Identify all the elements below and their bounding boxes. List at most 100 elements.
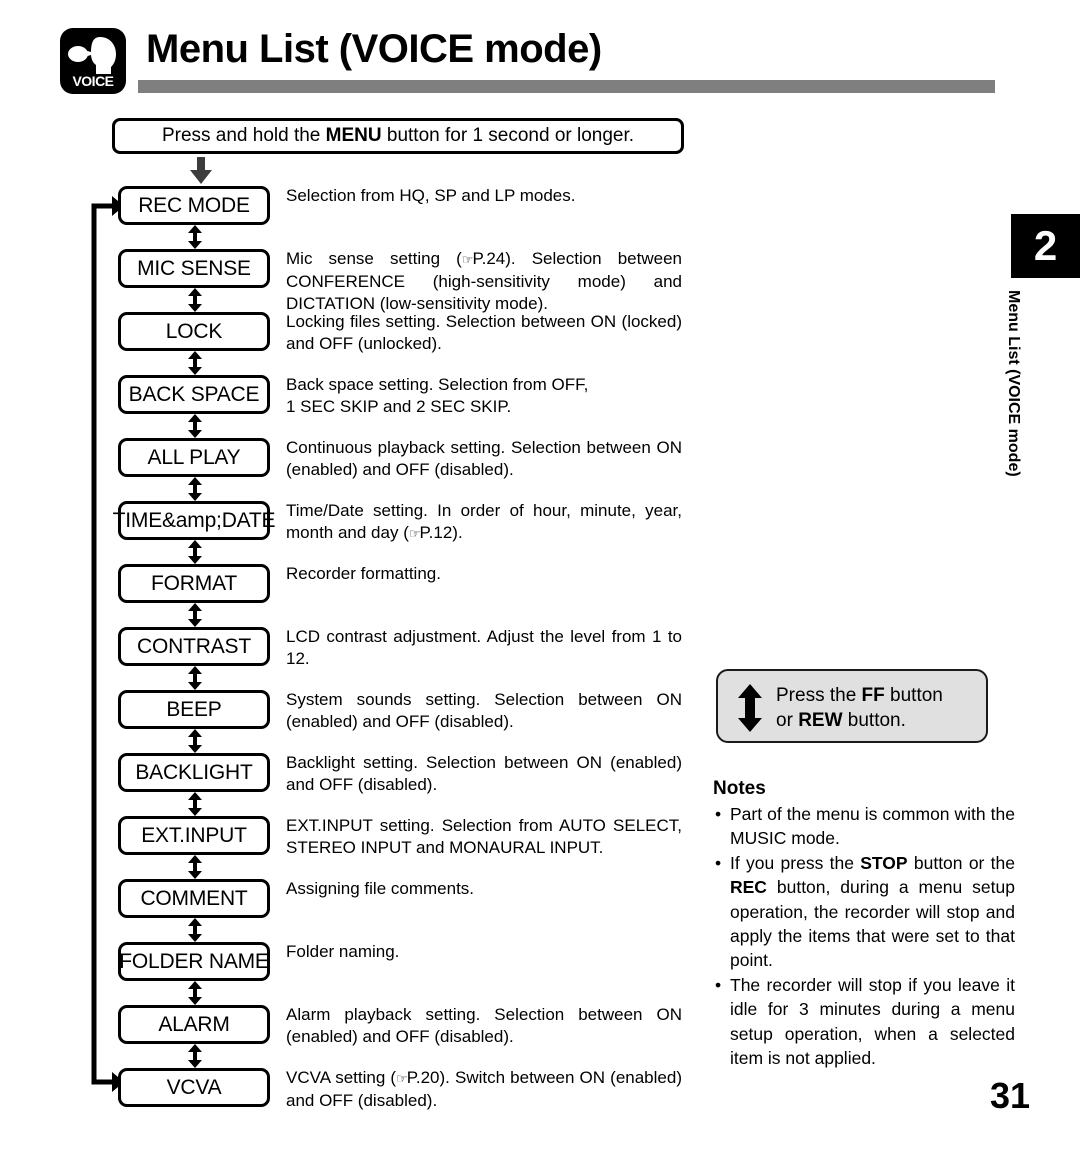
menu-item-description: Recorder formatting. <box>286 564 441 583</box>
menu-item-description: EXT.INPUT setting. Selection from AUTO S… <box>286 816 682 857</box>
menu-item-label: REC MODE <box>138 193 250 217</box>
up-down-connector-icon <box>186 540 204 564</box>
page-number: 31 <box>990 1075 1031 1116</box>
menu-item-lock[interactable]: LOCK <box>118 312 270 351</box>
note-bullet-icon: • <box>715 974 722 995</box>
menu-flow-row: TIME&amp;DATE Time/Date setting. In order… <box>113 501 682 564</box>
note-item: • Part of the menu is common with the MUS… <box>713 802 1015 851</box>
up-down-connector-icon <box>186 792 204 816</box>
page-header: VOICE Menu List (VOICE mode) <box>60 26 1020 106</box>
up-down-connector-icon <box>186 855 204 879</box>
menu-item-contrast[interactable]: CONTRAST <box>118 627 270 666</box>
up-down-connector-icon <box>186 1044 204 1068</box>
up-down-connector-icon <box>186 477 204 501</box>
menu-item-label: VCVA <box>166 1075 222 1099</box>
menu-flow-list: REC MODE Selection from HQ, SP and LP mod… <box>113 186 682 1131</box>
chapter-side-label-text: Menu List (VOICE mode) <box>1005 290 1022 477</box>
notes-title: Notes <box>713 778 766 799</box>
svg-text:VOICE: VOICE <box>72 73 113 89</box>
up-down-connector-icon <box>186 603 204 627</box>
menu-item-all-play[interactable]: ALL PLAY <box>118 438 270 477</box>
menu-item-mic-sense[interactable]: MIC SENSE <box>118 249 270 288</box>
menu-item-description: Selection from HQ, SP and LP modes. <box>286 186 576 205</box>
up-down-connector-icon <box>186 918 204 942</box>
menu-item-description: Time/Date setting. In order of hour, min… <box>286 501 682 542</box>
up-down-connector-icon <box>186 666 204 690</box>
menu-item-description: LCD contrast adjustment. Adjust the leve… <box>286 627 682 668</box>
note-item: • The recorder will stop if you leave it … <box>713 973 1015 1071</box>
note-text: Part of the menu is common with the MUSI… <box>730 804 1015 849</box>
menu-flow-row: COMMENT Assigning file comments. <box>118 879 678 942</box>
ff-rew-line-2: or REW button. <box>776 708 943 733</box>
menu-flow-row: REC MODE Selection from HQ, SP and LP mod… <box>118 186 678 249</box>
menu-item-label: ALL PLAY <box>147 445 241 469</box>
down-arrow-icon <box>188 157 214 185</box>
menu-item-format[interactable]: FORMAT <box>118 564 270 603</box>
menu-item-folder-name[interactable]: FOLDER NAME <box>118 942 270 981</box>
menu-item-description: Assigning file comments. <box>286 879 475 898</box>
menu-item-description: Folder naming. <box>286 942 400 961</box>
chapter-side-label: Menu List (VOICE mode) <box>1000 290 1030 550</box>
menu-item-label: FORMAT <box>151 571 237 595</box>
chapter-tab: 2 <box>1011 214 1080 278</box>
menu-item-label: TIME&amp;DATE <box>112 508 276 532</box>
up-down-connector-icon <box>186 981 204 1005</box>
menu-flow-row: FOLDER NAME Folder naming. <box>118 942 678 1005</box>
up-down-connector-icon <box>186 414 204 438</box>
ff-rew-line1-suffix: button <box>884 685 943 706</box>
menu-item-label: BACKLIGHT <box>135 760 253 784</box>
intro-prefix: Press and hold the <box>161 125 326 146</box>
menu-flow-row: MIC SENSE Mic sense setting (☞P.24). Sele… <box>118 249 682 313</box>
menu-flow-row: BEEP System sounds setting. Selection bet… <box>118 690 682 753</box>
menu-item-label: EXT.INPUT <box>141 823 247 847</box>
menu-flow-row: VCVA VCVA setting (☞P.20). Switch between… <box>118 1068 682 1131</box>
menu-item-alarm[interactable]: ALARM <box>118 1005 270 1044</box>
ff-rew-line1-emphasis: FF <box>861 685 885 706</box>
menu-item-description: System sounds setting. Selection between… <box>286 690 682 731</box>
menu-item-ext-input[interactable]: EXT.INPUT <box>118 816 270 855</box>
menu-item-label: ALARM <box>158 1012 230 1036</box>
menu-flow-row: BACKLIGHT Backlight setting. Selection be… <box>118 753 682 816</box>
menu-item-comment[interactable]: COMMENT <box>118 879 270 918</box>
menu-flow-row: EXT.INPUT EXT.INPUT setting. Selection fr… <box>118 816 682 879</box>
menu-item-label: COMMENT <box>140 886 248 910</box>
menu-item-vcva[interactable]: VCVA <box>118 1068 270 1107</box>
up-down-connector-icon <box>186 729 204 753</box>
menu-item-description: Backlight setting. Selection between ON … <box>286 753 682 794</box>
menu-item-description: Back space setting. Selection from OFF, 1… <box>286 375 589 416</box>
menu-flow-row: CONTRAST LCD contrast adjustment. Adjust … <box>118 627 682 690</box>
menu-flow-row: ALL PLAY Continuous playback setting. Sel… <box>118 438 682 501</box>
menu-item-description: Locking files setting. Selection between… <box>286 312 682 353</box>
menu-item-label: FOLDER NAME <box>119 949 269 973</box>
title-divider <box>138 80 995 93</box>
page-title: Menu List (VOICE mode) <box>146 27 602 71</box>
ff-rew-instruction-text: Press the FF button or REW button. <box>776 683 943 733</box>
ff-rew-line2-prefix: or <box>776 710 799 731</box>
menu-item-rec-mode[interactable]: REC MODE <box>118 186 270 225</box>
intro-emphasis: MENU <box>325 125 382 146</box>
ff-rew-line2-suffix: button. <box>842 710 906 731</box>
menu-item-label: MIC SENSE <box>137 256 251 280</box>
ff-rew-line-1: Press the FF button <box>776 683 943 708</box>
menu-item-backlight[interactable]: BACKLIGHT <box>118 753 270 792</box>
intro-instruction-text: Press and hold the MENU button for 1 sec… <box>162 125 634 147</box>
up-down-connector-icon <box>186 225 204 249</box>
menu-item-beep[interactable]: BEEP <box>118 690 270 729</box>
ff-rew-instruction-box: Press the FF button or REW button. <box>716 669 988 743</box>
menu-item-label: LOCK <box>165 319 223 343</box>
ff-rew-line2-emphasis: REW <box>798 710 843 731</box>
ff-rew-line1-prefix: Press the <box>776 685 862 706</box>
menu-item-label: BACK SPACE <box>128 382 260 406</box>
note-bullet-icon: • <box>715 804 722 824</box>
intro-suffix: button for 1 second or longer. <box>381 125 635 146</box>
menu-flow-row: FORMAT Recorder formatting. <box>118 564 678 627</box>
voice-logo-icon: VOICE <box>60 28 126 94</box>
note-text: If you press the STOP button or the REC … <box>730 852 1015 971</box>
menu-item-description: VCVA setting (☞P.20). Switch between ON … <box>286 1068 682 1110</box>
notes-section: Notes • Part of the menu is common with t… <box>713 778 1015 1070</box>
menu-item-back-space[interactable]: BACK SPACE <box>118 375 270 414</box>
menu-item-description: Continuous playback setting. Selection b… <box>286 438 682 479</box>
up-down-connector-icon <box>186 351 204 375</box>
note-bullet-icon: • <box>715 852 722 873</box>
menu-item-time-amp-date[interactable]: TIME&amp;DATE <box>113 501 276 540</box>
